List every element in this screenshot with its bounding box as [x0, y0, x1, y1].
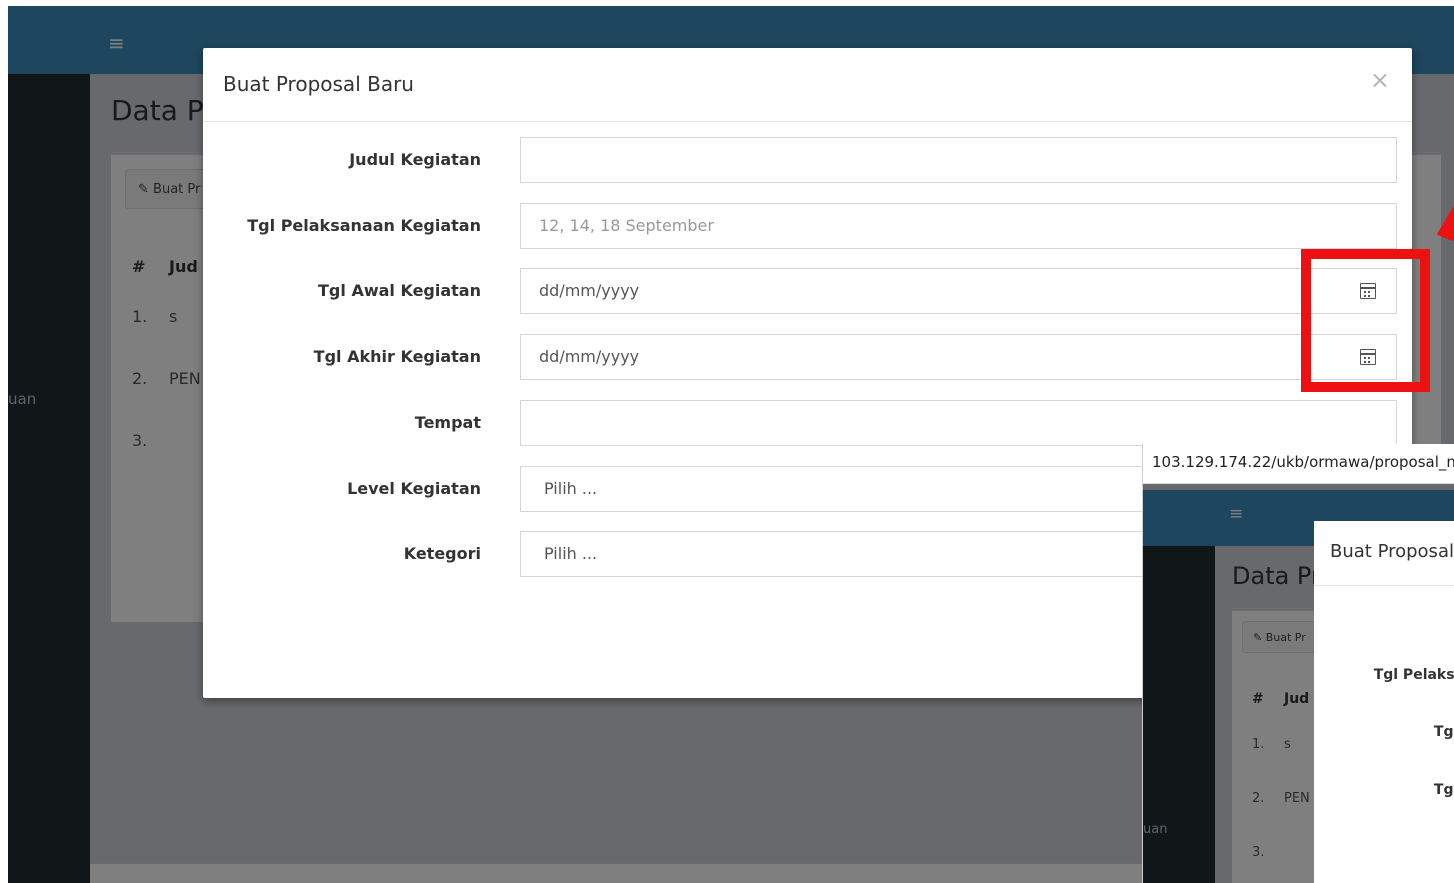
form-row-tgl-akhir: Tgl Akhir Kegiatan dd/mm/yyyy — [203, 334, 1412, 380]
tgl-akhir-label: Tgl Akhir Kegiatan — [313, 347, 481, 366]
tgl-akhir-value: dd/mm/yyyy — [539, 347, 640, 366]
modal-header: Buat Proposal Baru × — [203, 48, 1412, 122]
inset-field-label: Tgl Pelaksan — [1373, 667, 1454, 683]
form-row-tgl-awal: Tgl Awal Kegiatan dd/mm/yyyy — [203, 268, 1412, 314]
tgl-awal-date-input[interactable]: dd/mm/yyyy — [520, 268, 1397, 314]
inset-field-label: Tgl A — [1433, 782, 1454, 798]
inset-app: ≡ uan Data Pr ✎ Buat Pr # Jud 1. s 2. PE… — [1143, 484, 1454, 883]
inset-screenshot: 103.129.174.22/ukb/ormawa/proposal_new ≡… — [1142, 444, 1454, 883]
inset-modal-title: Buat Proposal — [1330, 541, 1454, 562]
inset-modal-divider — [1314, 585, 1454, 586]
address-bar[interactable]: 103.129.174.22/ukb/ormawa/proposal_new — [1143, 444, 1454, 484]
judul-input[interactable] — [520, 137, 1397, 183]
inset-field-label: Tgl A — [1433, 724, 1454, 740]
form-row-judul: Judul Kegiatan — [203, 137, 1412, 183]
kategori-label: Ketegori — [403, 544, 481, 563]
tgl-pelaksanaan-label: Tgl Pelaksanaan Kegiatan — [247, 216, 481, 235]
tgl-pelaksanaan-input[interactable]: 12, 14, 18 September — [520, 203, 1397, 249]
tempat-input[interactable] — [520, 400, 1397, 446]
form-row-tempat: Tempat — [203, 400, 1412, 446]
tgl-awal-label: Tgl Awal Kegiatan — [318, 281, 481, 300]
close-icon[interactable]: × — [1370, 66, 1390, 94]
tgl-akhir-date-input[interactable]: dd/mm/yyyy — [520, 334, 1397, 380]
calendar-highlight-box — [1301, 249, 1430, 392]
tempat-label: Tempat — [414, 413, 481, 432]
modal-title: Buat Proposal Baru — [223, 72, 414, 96]
inset-modal: Buat Proposal J Tgl Pelaksan Tgl A Tgl A — [1314, 521, 1454, 883]
tgl-awal-value: dd/mm/yyyy — [539, 281, 640, 300]
form-row-tgl-pelaksanaan: Tgl Pelaksanaan Kegiatan 12, 14, 18 Sept… — [203, 203, 1412, 249]
screenshot-canvas: ≡ uan Data Pr ✎ Buat Pr # Jud 1. s 2. PE… — [0, 0, 1454, 883]
level-label: Level Kegiatan — [347, 479, 481, 498]
judul-label: Judul Kegiatan — [349, 150, 481, 169]
